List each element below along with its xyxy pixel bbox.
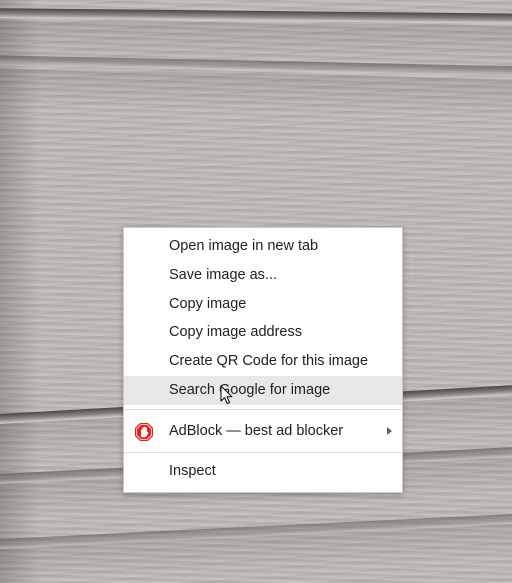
menu-item-label: Create QR Code for this image <box>169 353 369 370</box>
menu-separator <box>124 408 402 410</box>
menu-item-copy-image-address[interactable]: Copy image address <box>124 318 402 347</box>
menu-item-copy-image[interactable]: Copy image <box>124 290 402 319</box>
menu-item-label: Open image in new tab <box>169 238 319 254</box>
context-menu: Open image in new tab Save image as... C… <box>123 227 403 493</box>
menu-item-label: Copy image address <box>169 324 302 341</box>
menu-item-label: Save image as... <box>169 266 277 283</box>
submenu-arrow-icon <box>387 426 392 435</box>
menu-item-adblock[interactable]: AdBlock — best ad blocker <box>124 414 402 448</box>
menu-item-inspect[interactable]: Inspect <box>124 457 402 486</box>
menu-item-search-google-for-image[interactable]: Search Google for image <box>124 375 402 405</box>
mouse-pointer-icon <box>220 385 233 405</box>
menu-item-open-image-new-tab[interactable]: Open image in new tab <box>124 232 402 261</box>
menu-item-save-image-as[interactable]: Save image as... <box>124 261 402 290</box>
menu-separator <box>124 451 402 453</box>
menu-item-create-qr-code[interactable]: Create QR Code for this image <box>124 347 402 376</box>
siding-board-shadow <box>0 68 512 120</box>
menu-item-label: AdBlock — best ad blocker <box>169 422 344 439</box>
menu-item-label: Search Google for image <box>169 381 331 398</box>
menu-item-label: Inspect <box>169 462 216 479</box>
adblock-hand-icon <box>135 422 153 441</box>
menu-item-label: Copy image <box>169 295 247 312</box>
